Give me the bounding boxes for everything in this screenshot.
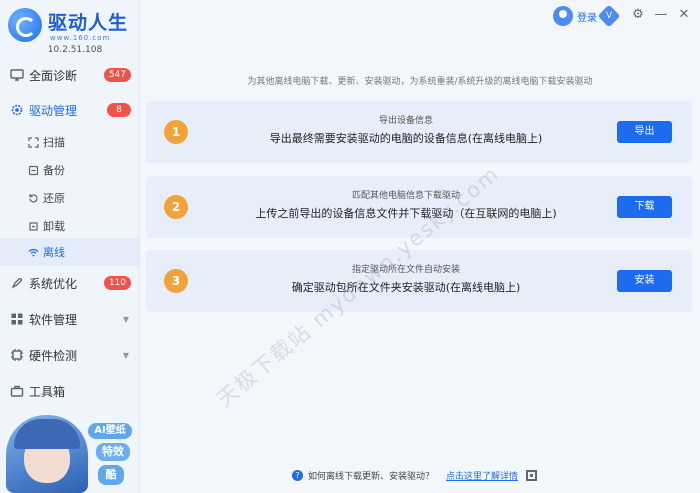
sidebar: 驱动人生 www.160.com 10.2.51.108 全面诊断 547 驱动… [0, 0, 140, 493]
vip-badge-icon[interactable]: V [597, 4, 621, 28]
help-link[interactable]: 点击这里了解详情 [446, 469, 518, 482]
scan-icon [28, 136, 39, 148]
nav-item-hardware[interactable]: 硬件检测 ▼ [0, 340, 139, 370]
app-logo: 驱动人生 www.160.com 10.2.51.108 [8, 6, 136, 56]
nav-item-diagnosis[interactable]: 全面诊断 547 [0, 60, 139, 90]
avatar [553, 6, 573, 26]
footer-help: ? 如何离线下载更新、安装驱动？ 点击这里了解详情 [292, 468, 538, 482]
sub-label: 扫描 [43, 136, 65, 149]
chevron-down-icon: ▼ [122, 314, 129, 324]
help-question: 如何离线下载更新、安装驱动？ [308, 471, 435, 482]
driver-badge: 8 [107, 103, 131, 117]
sub-item-uninstall[interactable]: 卸载 [0, 212, 139, 240]
step-title: 匹配其他电脑信息下载驱动 [351, 191, 460, 201]
step-description: 导出最终需要安装驱动的电脑的设备信息(在离线电脑上) [269, 132, 543, 145]
sub-label: 还原 [43, 192, 65, 205]
step-number: 3 [164, 269, 188, 293]
minimize-icon[interactable]: — [654, 8, 668, 22]
promo-character-image [6, 415, 88, 493]
promo-tag: 酷 [98, 465, 124, 485]
step-card-install: 3 指定驱动所在文件自动安装 确定驱动包所在文件夹安装驱动(在离线电脑上) 安装 [146, 250, 692, 312]
nav-item-driver-management[interactable]: 驱动管理 8 [0, 95, 139, 125]
ai-wallpaper-promo[interactable]: AI壁纸 特效 酷 [2, 413, 138, 493]
step-card-export: 1 导出设备信息 导出最终需要安装驱动的电脑的设备信息(在离线电脑上) 导出 [146, 101, 692, 163]
nav-label: 系统优化 [29, 276, 78, 291]
rocket-icon [11, 277, 23, 289]
sub-label: 卸载 [43, 220, 65, 233]
step-title: 导出设备信息 [378, 116, 433, 126]
nav-label: 驱动管理 [29, 103, 78, 118]
sub-label: 离线 [43, 246, 65, 259]
toolbox-icon [10, 385, 24, 397]
sub-item-offline[interactable]: 离线 [0, 238, 139, 266]
gear-icon [11, 104, 23, 116]
backup-icon [28, 165, 39, 175]
close-icon[interactable]: ✕ [677, 8, 691, 22]
monitor-icon [10, 69, 24, 81]
export-button[interactable]: 导出 [617, 121, 672, 143]
promo-tag: AI壁纸 [88, 423, 132, 439]
step-description: 确定驱动包所在文件夹安装驱动(在离线电脑上) [291, 281, 521, 294]
step-description: 上传之前导出的设备信息文件并下载驱动（在互联网的电脑上) [255, 207, 557, 220]
chip-icon [11, 349, 23, 361]
download-button[interactable]: 下载 [617, 196, 672, 218]
restore-icon [29, 193, 38, 203]
login-button[interactable]: 登录 V [553, 4, 621, 28]
sub-item-scan[interactable]: 扫描 [0, 128, 139, 156]
app-version: 10.2.51.108 [47, 45, 103, 55]
optimize-badge: 110 [103, 276, 131, 290]
sub-item-backup[interactable]: 备份 [0, 156, 139, 184]
chevron-down-icon: ▼ [122, 350, 129, 360]
promo-tag: 特效 [96, 443, 130, 461]
logo-icon [8, 8, 42, 42]
question-icon: ? [292, 469, 303, 481]
install-button[interactable]: 安装 [617, 270, 672, 292]
nav-item-toolbox[interactable]: 工具箱 [0, 376, 139, 406]
page-subtitle: 为其他离线电脑下载、更新、安装驱动，为系统重装/系统升级的离线电脑下载安装驱动 [247, 77, 593, 87]
app-name: 驱动人生 [48, 12, 129, 34]
uninstall-icon [29, 221, 38, 231]
login-label: 登录 [577, 12, 597, 24]
nav-item-system-optimize[interactable]: 系统优化 110 [0, 268, 139, 298]
sub-item-restore[interactable]: 还原 [0, 184, 139, 212]
sub-label: 备份 [43, 164, 65, 177]
nav-label: 工具箱 [29, 384, 66, 399]
grid-icon [11, 313, 23, 325]
diagnosis-badge: 547 [103, 68, 131, 82]
settings-gear-icon[interactable]: ⚙ [631, 8, 645, 22]
nav-label: 硬件检测 [29, 348, 78, 363]
wifi-icon [28, 248, 39, 256]
step-number: 2 [164, 195, 188, 219]
nav-item-software[interactable]: 软件管理 ▼ [0, 304, 139, 334]
nav-label: 软件管理 [29, 312, 78, 327]
nav-label: 全面诊断 [29, 68, 78, 83]
step-number: 1 [164, 120, 188, 144]
qr-code-icon[interactable] [526, 469, 538, 481]
app-url: www.160.com [50, 34, 111, 42]
